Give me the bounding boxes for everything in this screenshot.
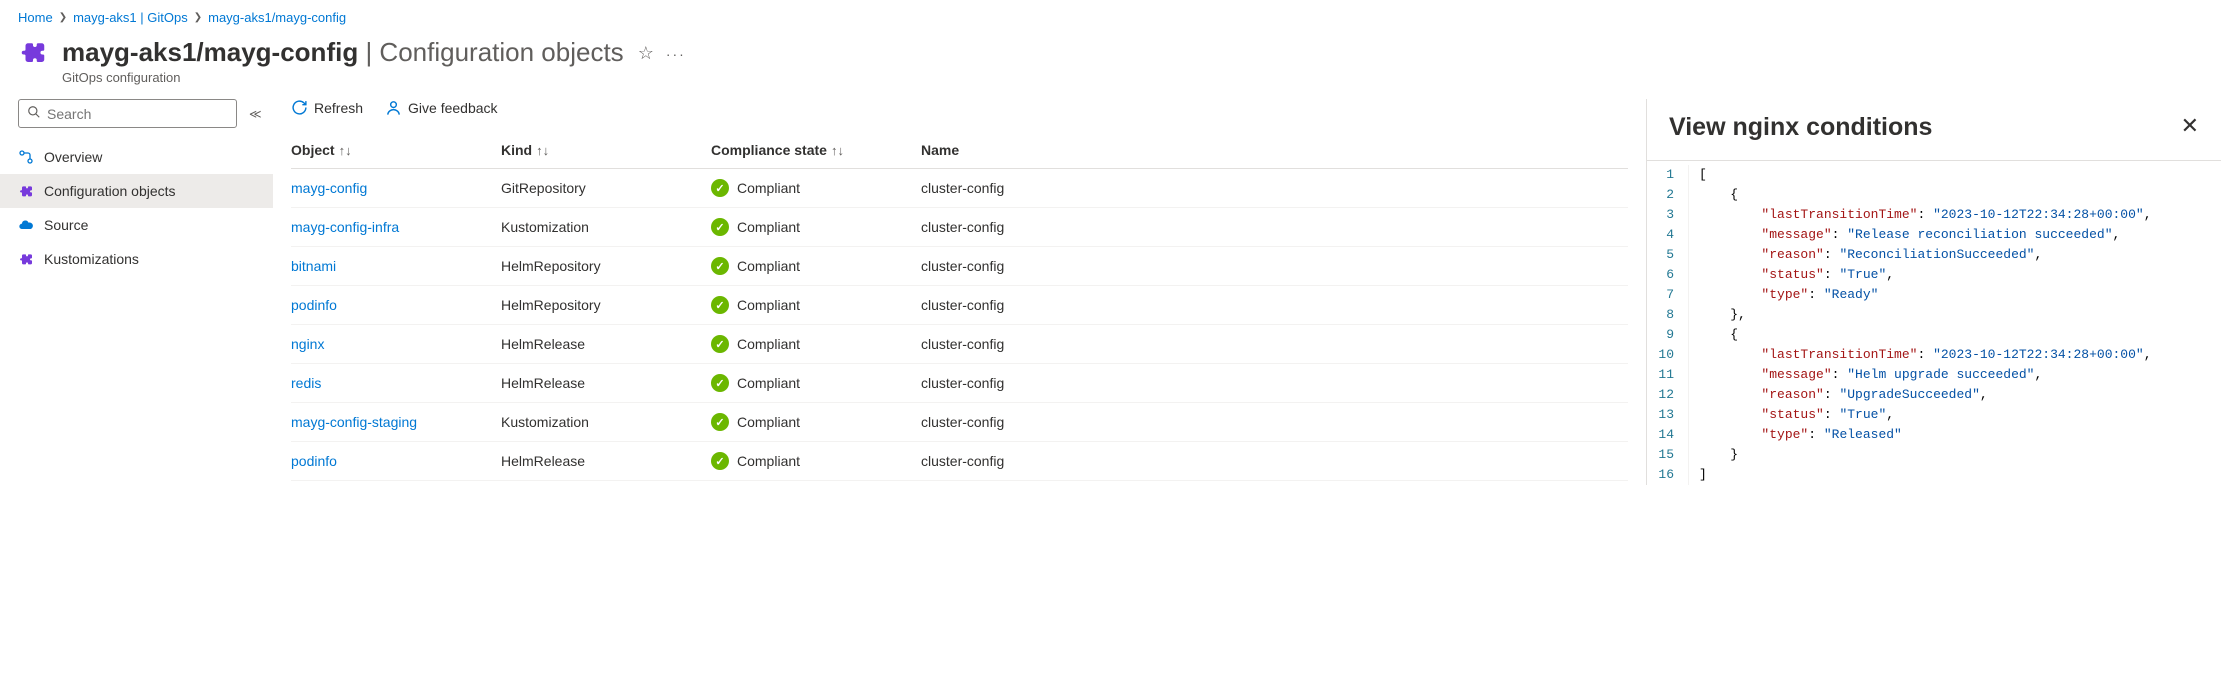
name-cell: cluster-config bbox=[921, 247, 1628, 286]
search-icon bbox=[27, 105, 41, 122]
col-kind[interactable]: Kind↑↓ bbox=[501, 132, 711, 169]
search-input-wrapper[interactable] bbox=[18, 99, 237, 128]
name-cell: cluster-config bbox=[921, 286, 1628, 325]
table-row: nginx HelmRelease ✓ Compliant cluster-con… bbox=[291, 325, 1628, 364]
compliance-label: Compliant bbox=[737, 297, 800, 313]
toolbar: Refresh Give feedback bbox=[291, 99, 1628, 132]
object-link[interactable]: bitnami bbox=[291, 258, 336, 274]
object-link[interactable]: redis bbox=[291, 375, 321, 391]
kind-cell: HelmRepository bbox=[501, 247, 711, 286]
name-cell: cluster-config bbox=[921, 169, 1628, 208]
table-row: mayg-config-infra Kustomization ✓ Complia… bbox=[291, 208, 1628, 247]
sort-icon: ↑↓ bbox=[536, 143, 549, 158]
check-icon: ✓ bbox=[711, 218, 729, 236]
compliance-label: Compliant bbox=[737, 180, 800, 196]
sort-icon: ↑↓ bbox=[339, 143, 352, 158]
table-row: mayg-config GitRepository ✓ Compliant clu… bbox=[291, 169, 1628, 208]
check-icon: ✓ bbox=[711, 257, 729, 275]
name-cell: cluster-config bbox=[921, 442, 1628, 481]
more-icon[interactable]: ··· bbox=[666, 46, 686, 62]
breadcrumb-item[interactable]: Home bbox=[18, 10, 53, 25]
name-cell: cluster-config bbox=[921, 325, 1628, 364]
page-title: mayg-aks1/mayg-config bbox=[62, 37, 358, 67]
sidebar-item-label: Source bbox=[44, 217, 88, 233]
search-input[interactable] bbox=[47, 106, 228, 122]
compliance-label: Compliant bbox=[737, 375, 800, 391]
compliance-label: Compliant bbox=[737, 453, 800, 469]
panel-title: View nginx conditions bbox=[1669, 113, 1932, 142]
sidebar-item-label: Overview bbox=[44, 149, 102, 165]
sidebar-item-kustomizations[interactable]: Kustomizations bbox=[0, 242, 273, 276]
sort-icon: ↑↓ bbox=[831, 143, 844, 158]
extension-icon bbox=[18, 183, 34, 199]
feedback-label: Give feedback bbox=[408, 100, 498, 116]
col-compliance[interactable]: Compliance state↑↓ bbox=[711, 132, 921, 169]
extension-icon bbox=[18, 251, 34, 267]
feedback-button[interactable]: Give feedback bbox=[385, 99, 498, 116]
page-header: mayg-aks1/mayg-config | Configuration ob… bbox=[0, 31, 2221, 99]
kind-cell: HelmRelease bbox=[501, 442, 711, 481]
breadcrumb-item[interactable]: mayg-aks1 | GitOps bbox=[73, 10, 188, 25]
overview-icon bbox=[18, 149, 34, 165]
check-icon: ✓ bbox=[711, 179, 729, 197]
check-icon: ✓ bbox=[711, 335, 729, 353]
object-link[interactable]: nginx bbox=[291, 336, 324, 352]
kind-cell: Kustomization bbox=[501, 403, 711, 442]
col-name[interactable]: Name bbox=[921, 132, 1628, 169]
conditions-panel: View nginx conditions ✕ 1234567891011121… bbox=[1646, 99, 2221, 485]
page-subtitle: | Configuration objects bbox=[358, 37, 623, 67]
table-row: bitnami HelmRepository ✓ Compliant cluste… bbox=[291, 247, 1628, 286]
kind-cell: HelmRelease bbox=[501, 325, 711, 364]
check-icon: ✓ bbox=[711, 452, 729, 470]
table-row: podinfo HelmRelease ✓ Compliant cluster-c… bbox=[291, 442, 1628, 481]
sidebar-item-label: Kustomizations bbox=[44, 251, 139, 267]
check-icon: ✓ bbox=[711, 296, 729, 314]
cloud-icon bbox=[18, 217, 34, 233]
check-icon: ✓ bbox=[711, 413, 729, 431]
table-row: redis HelmRelease ✓ Compliant cluster-con… bbox=[291, 364, 1628, 403]
feedback-icon bbox=[385, 99, 402, 116]
compliance-label: Compliant bbox=[737, 336, 800, 352]
favorite-star-icon[interactable]: ☆ bbox=[638, 43, 654, 64]
kind-cell: HelmRepository bbox=[501, 286, 711, 325]
sidebar-item-source[interactable]: Source bbox=[0, 208, 273, 242]
chevron-right-icon: ❯ bbox=[194, 12, 202, 23]
refresh-label: Refresh bbox=[314, 100, 363, 116]
col-object[interactable]: Object↑↓ bbox=[291, 132, 501, 169]
kind-cell: GitRepository bbox=[501, 169, 711, 208]
refresh-button[interactable]: Refresh bbox=[291, 99, 363, 116]
object-link[interactable]: mayg-config-infra bbox=[291, 219, 399, 235]
name-cell: cluster-config bbox=[921, 403, 1628, 442]
kind-cell: HelmRelease bbox=[501, 364, 711, 403]
name-cell: cluster-config bbox=[921, 208, 1628, 247]
table-row: mayg-config-staging Kustomization ✓ Compl… bbox=[291, 403, 1628, 442]
chevron-right-icon: ❯ bbox=[59, 12, 67, 23]
object-link[interactable]: podinfo bbox=[291, 297, 337, 313]
compliance-label: Compliant bbox=[737, 258, 800, 274]
object-link[interactable]: mayg-config-staging bbox=[291, 414, 417, 430]
refresh-icon bbox=[291, 99, 308, 116]
page-caption: GitOps configuration bbox=[62, 70, 624, 85]
check-icon: ✓ bbox=[711, 374, 729, 392]
extension-icon bbox=[18, 37, 48, 67]
sidebar-item-label: Configuration objects bbox=[44, 183, 176, 199]
breadcrumb-item[interactable]: mayg-aks1/mayg-config bbox=[208, 10, 346, 25]
config-objects-table: Object↑↓ Kind↑↓ Compliance state↑↓ Name … bbox=[291, 132, 1628, 481]
json-viewer[interactable]: 12345678910111213141516 [ { "lastTransit… bbox=[1647, 160, 2221, 485]
sidebar: ≪ Overview Configuration objects Source bbox=[0, 99, 273, 485]
object-link[interactable]: podinfo bbox=[291, 453, 337, 469]
sidebar-item-overview[interactable]: Overview bbox=[0, 140, 273, 174]
object-link[interactable]: mayg-config bbox=[291, 180, 367, 196]
name-cell: cluster-config bbox=[921, 364, 1628, 403]
compliance-label: Compliant bbox=[737, 219, 800, 235]
table-row: podinfo HelmRepository ✓ Compliant cluste… bbox=[291, 286, 1628, 325]
breadcrumb: Home ❯ mayg-aks1 | GitOps ❯ mayg-aks1/ma… bbox=[0, 0, 2221, 31]
compliance-label: Compliant bbox=[737, 414, 800, 430]
close-icon[interactable]: ✕ bbox=[2181, 113, 2199, 139]
collapse-sidebar-icon[interactable]: ≪ bbox=[249, 107, 262, 121]
kind-cell: Kustomization bbox=[501, 208, 711, 247]
sidebar-item-config-objects[interactable]: Configuration objects bbox=[0, 174, 273, 208]
